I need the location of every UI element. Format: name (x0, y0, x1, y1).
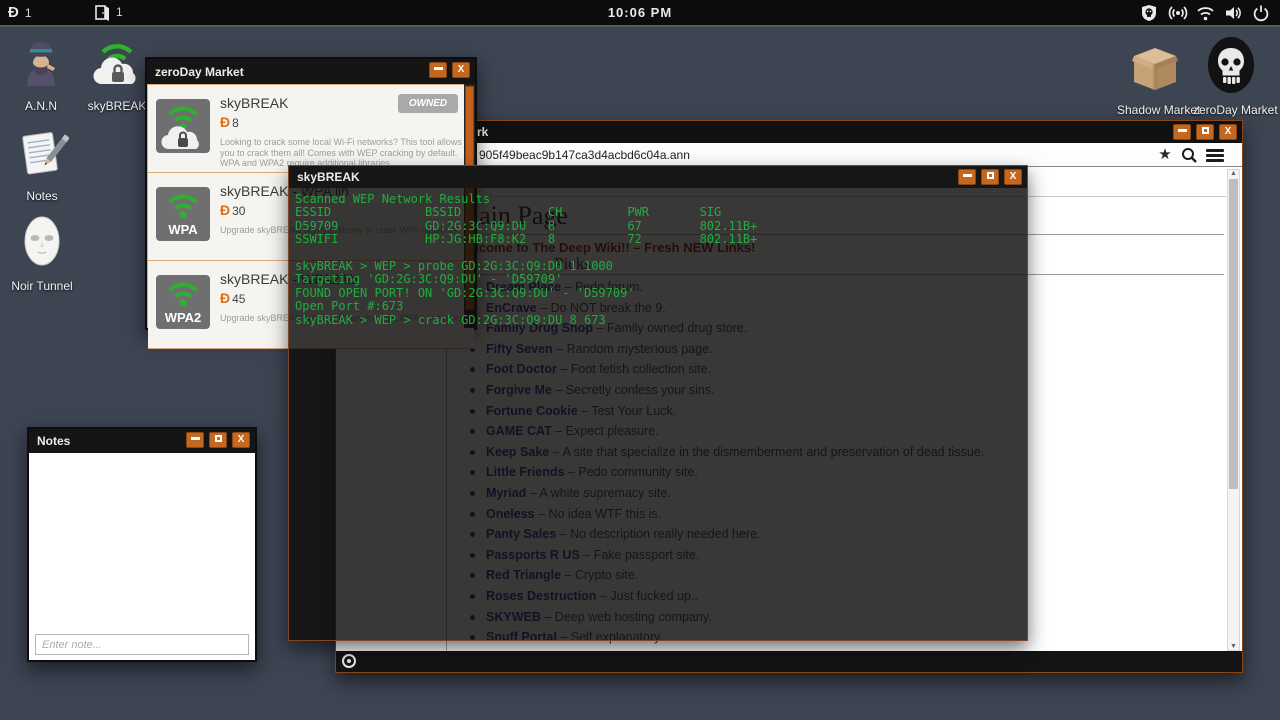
close-button[interactable]: X (232, 432, 250, 448)
desktop-icon-label: A.N.N (24, 99, 57, 113)
scroll-up-arrow[interactable]: ▲ (1228, 170, 1239, 177)
market-title: zeroDay Market (155, 64, 244, 79)
maximize-button[interactable] (981, 169, 999, 185)
close-button[interactable]: X (1004, 169, 1022, 185)
desktop-icon-label: zeroDay Market (1193, 103, 1278, 117)
maximize-button[interactable] (1196, 124, 1214, 140)
bitcoin-icon: Ð (220, 202, 231, 218)
terminal-line: Targeting 'GD:2G:3C:Q9:DU' - 'D59709' (295, 272, 563, 287)
scrollbar-thumb[interactable] (1229, 179, 1238, 489)
top-status-bar: Ð 1 1 10:06 PM (0, 0, 1280, 27)
desktop-icon-label: Notes (26, 189, 58, 203)
close-button[interactable]: X (452, 62, 470, 78)
close-button[interactable]: X (1219, 124, 1237, 140)
desktop-icon-notes[interactable]: Notes (4, 126, 80, 203)
menu-icon[interactable] (1206, 146, 1224, 164)
search-icon[interactable] (1180, 146, 1198, 164)
desktop-icon-skybreak[interactable]: skyBREAK (79, 36, 155, 113)
status-circle-icon[interactable] (342, 654, 356, 668)
price-value: 8 (232, 116, 239, 130)
price-value: 30 (232, 204, 246, 218)
terminal-title: skyBREAK (297, 170, 360, 184)
minimize-button[interactable] (958, 169, 976, 185)
browser-bottombar (336, 651, 1242, 672)
bitcoin-icon: Ð (220, 114, 231, 130)
minimize-button[interactable] (186, 432, 204, 448)
owned-badge: OWNED (398, 94, 458, 113)
desktop-icon-label: Noir Tunnel (11, 279, 73, 293)
market-item[interactable]: skyBREAK Ð8 OWNED Looking to crack some … (148, 85, 474, 173)
desktop-icon-ann[interactable]: A.N.N (3, 38, 79, 113)
terminal-window: skyBREAK X Scanned WEP Network Results E… (288, 165, 1028, 641)
desktop-icon-shadow-market[interactable]: Shadow Market (1117, 40, 1201, 117)
terminal-line: SSWIFI HP:JG:HB:F8:K2 8 72 802.11B+ (295, 232, 758, 247)
icon-protocol-label: WPA2 (164, 310, 202, 325)
terminal-line: ESSID BSSID CH PWR SIG (295, 205, 722, 220)
terminal-line: FOUND OPEN PORT! ON 'GD:2G:3C:Q9:DU' - '… (295, 285, 635, 300)
shield-skull-icon[interactable] (1140, 4, 1158, 22)
desktop-icon-label: skyBREAK (87, 99, 147, 113)
icon-protocol-label: WPA (168, 222, 198, 237)
power-icon[interactable] (1252, 4, 1270, 22)
notes-title: Notes (37, 434, 71, 448)
mask-icon (16, 214, 68, 275)
notes-window: Notes X (27, 427, 257, 662)
notes-body (29, 453, 255, 660)
minimize-button[interactable] (1173, 124, 1191, 140)
item-description: Looking to crack some local Wi-Fi networ… (220, 137, 462, 168)
terminal-line: skyBREAK > WEP > probe GD:2G:3C:Q9:DU 1 … (295, 259, 613, 274)
clock: 10:06 PM (607, 5, 673, 20)
desktop-icon-noir-tunnel[interactable]: Noir Tunnel (4, 214, 80, 293)
notes-titlebar[interactable]: Notes X (29, 429, 255, 453)
item-wifi-icon: WPA2 (156, 275, 210, 329)
box-icon (1126, 40, 1184, 99)
notepad-icon (15, 126, 70, 185)
page-scrollbar[interactable]: ▲ ▼ (1227, 169, 1240, 651)
terminal-titlebar[interactable]: skyBREAK X (289, 166, 1027, 188)
volume-icon[interactable] (1224, 4, 1242, 22)
item-price: Ð8 (220, 114, 239, 130)
maximize-button[interactable] (209, 432, 227, 448)
cloud-lock-icon (161, 126, 199, 150)
price-value: 45 (232, 292, 246, 306)
terminal-output[interactable]: Scanned WEP Network Results ESSID BSSID … (289, 188, 1027, 640)
terminal-line: Scanned WEP Network Results (295, 192, 491, 206)
item-title: skyBREAK (220, 95, 289, 111)
minimize-button[interactable] (429, 62, 447, 78)
item-wifi-icon (156, 99, 210, 153)
bitcoin-icon: Ð (220, 290, 231, 306)
broadcast-icon[interactable] (1168, 4, 1188, 22)
market-titlebar[interactable]: zeroDay Market X (147, 59, 475, 84)
skull-icon (1204, 36, 1258, 99)
bookmark-star-icon[interactable]: ★ (1156, 146, 1174, 164)
note-input[interactable] (35, 634, 249, 655)
terminal-line: skyBREAK > WEP > crack GD:2G:3C:Q9:DU 8 … (295, 312, 606, 327)
item-price: Ð 30 (220, 202, 245, 218)
terminal-line: Open Port #:673 (295, 299, 404, 314)
detective-icon (15, 38, 67, 95)
item-price: Ð 45 (220, 290, 245, 306)
wifi-icon[interactable] (1196, 4, 1214, 22)
desktop-icon-label: Shadow Market (1117, 103, 1201, 117)
item-wifi-icon: WPA (156, 187, 210, 241)
desktop-icon-zeroday-market[interactable]: zeroDay Market (1193, 36, 1278, 117)
terminal-line: D59709 GD:2G:3C:Q9:DU 8 67 802.11B+ (295, 218, 758, 233)
scroll-down-arrow[interactable]: ▼ (1228, 643, 1239, 650)
wifi-cloud-lock-icon (89, 36, 145, 95)
